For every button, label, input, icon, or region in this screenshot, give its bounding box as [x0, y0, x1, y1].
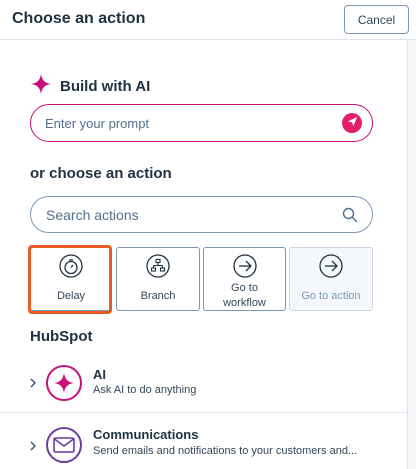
- scrollbar[interactable]: [407, 41, 416, 469]
- action-tile-delay[interactable]: Delay: [30, 247, 112, 311]
- chevron-right-icon[interactable]: [28, 376, 38, 388]
- prompt-field[interactable]: [30, 104, 373, 142]
- action-tile-label: Branch: [140, 290, 176, 302]
- list-item-title: Communications: [93, 427, 199, 442]
- envelope-icon: [46, 427, 82, 463]
- send-icon: [347, 114, 358, 132]
- list-item-description: Ask AI to do anything: [93, 384, 197, 396]
- list-item-ai[interactable]: AI Ask AI to do anything: [0, 356, 407, 410]
- prompt-input[interactable]: [45, 114, 335, 132]
- arrow-circle-icon: [318, 253, 344, 279]
- action-tile-go-to-workflow[interactable]: Go to workflow: [203, 247, 286, 311]
- sparkle-icon: [46, 365, 82, 401]
- action-tile-branch[interactable]: Branch: [116, 247, 200, 311]
- cancel-button[interactable]: Cancel: [344, 5, 409, 34]
- page-title: Choose an action: [12, 10, 146, 27]
- hubspot-section-title: HubSpot: [30, 328, 93, 345]
- actions-section-title: or choose an action: [30, 165, 172, 182]
- search-field[interactable]: [30, 196, 373, 233]
- list-item-description: Send emails and notifications to your cu…: [93, 445, 358, 457]
- action-tile-label: Go to action: [301, 290, 361, 302]
- search-input[interactable]: [46, 206, 326, 224]
- stopwatch-icon: [58, 253, 84, 279]
- panel-body: Build with AI or choose an action Delay: [0, 41, 407, 469]
- arrow-circle-icon: [232, 253, 258, 279]
- list-item-communications[interactable]: Communications Send emails and notificat…: [0, 412, 407, 469]
- send-button[interactable]: [342, 113, 362, 133]
- chevron-right-icon[interactable]: [28, 439, 38, 451]
- list-item-title: AI: [93, 367, 106, 382]
- panel-header: Choose an action Cancel: [0, 0, 416, 40]
- action-panel: Choose an action Cancel Build with AI or…: [0, 0, 416, 469]
- action-tile-go-to-action[interactable]: Go to action: [289, 247, 373, 311]
- branch-icon: [145, 253, 171, 279]
- search-icon[interactable]: [342, 207, 358, 223]
- ai-section-heading: Build with AI: [30, 73, 150, 100]
- action-tile-label: Go to workflow: [223, 282, 266, 309]
- action-tile-label: Delay: [56, 290, 86, 302]
- sparkle-icon: [30, 73, 52, 100]
- ai-section-title: Build with AI: [60, 78, 151, 95]
